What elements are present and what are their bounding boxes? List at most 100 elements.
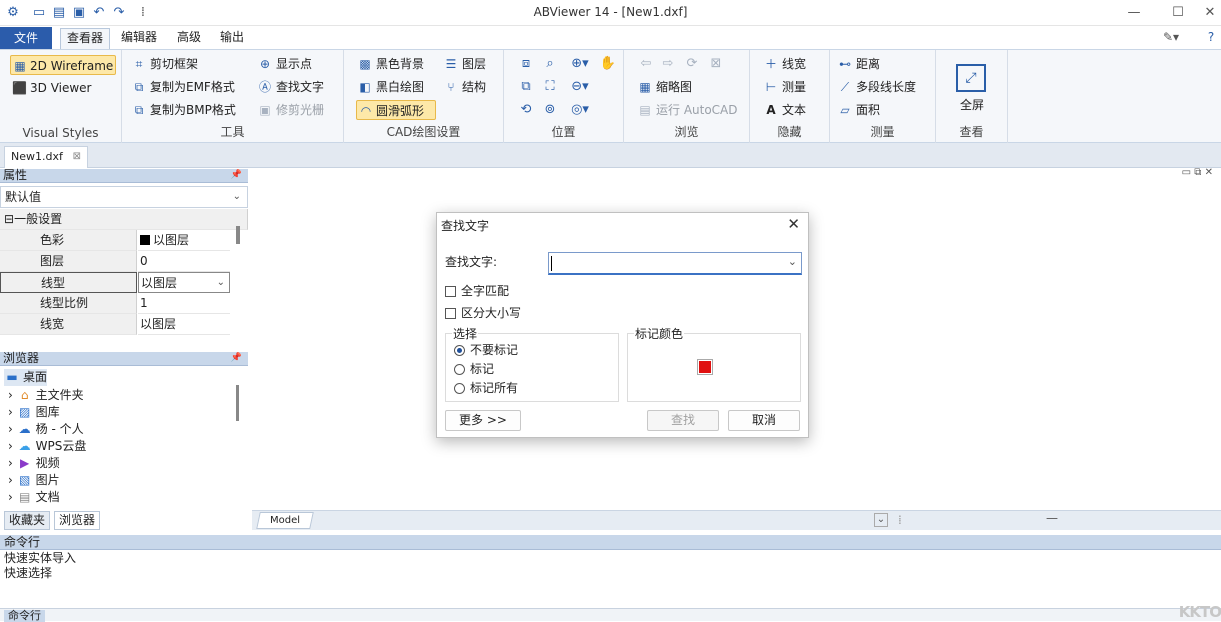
2d-wireframe-button[interactable]: ▦ 2D Wireframe <box>10 55 116 75</box>
collapse-icon[interactable]: ⊟ <box>4 212 14 226</box>
tab-editor[interactable]: 编辑器 <box>116 28 162 49</box>
black-white-button[interactable]: ◧ 黑白绘图 <box>356 77 424 97</box>
text-hide-button[interactable]: A 文本 <box>762 100 806 120</box>
tree-item-home[interactable]: › ⌂ 主文件夹 <box>8 387 84 404</box>
radio-mark[interactable]: 标记 <box>454 361 494 378</box>
find-button[interactable]: 查找 <box>647 410 719 431</box>
tab-browser[interactable]: 浏览器 <box>54 511 101 530</box>
match-case-checkbox[interactable]: 区分大小写 <box>445 305 521 321</box>
crop-icon: ⌗ <box>135 57 143 71</box>
tree-item-pictures[interactable]: › ▧ 图片 <box>8 472 60 489</box>
property-group-row[interactable]: ⊟一般设置 <box>0 209 248 230</box>
tree-item-gallery[interactable]: › ▨ 图库 <box>8 404 60 421</box>
radio-no-mark[interactable]: 不要标记 <box>454 342 518 359</box>
arc-icon: ◠ <box>360 104 372 118</box>
polyline-length-button[interactable]: ⟋ 多段线长度 <box>836 77 916 97</box>
whole-word-checkbox[interactable]: 全字匹配 <box>445 283 509 299</box>
cancel-button[interactable]: 取消 <box>728 410 800 431</box>
zoom-in-icon[interactable]: ⊕▾ <box>566 55 594 73</box>
zoom-options-icon[interactable]: ◎▾ <box>566 101 594 119</box>
zoom-out-icon[interactable]: ⊖▾ <box>566 78 594 96</box>
rotate-icon[interactable]: ⟲ <box>516 101 536 119</box>
tab-viewer[interactable]: 查看器 <box>60 28 110 49</box>
pin-icon[interactable]: 📌 <box>231 169 242 182</box>
fit-icon[interactable]: ⧉ <box>516 78 536 96</box>
tab-model[interactable]: Model <box>256 512 314 529</box>
refresh-icon[interactable]: ⟳ <box>682 55 702 73</box>
copy-icon: ⧉ <box>134 103 144 117</box>
style-menu-icon[interactable]: ✎▾ <box>1156 28 1186 49</box>
maximize-button[interactable]: ☐ <box>1168 3 1188 23</box>
black-background-button[interactable]: ▩ 黑色背景 <box>356 54 424 74</box>
trim-raster-button[interactable]: ▣ 修剪光栅 <box>256 100 324 120</box>
pan-hand-icon[interactable]: ✋ <box>598 55 618 73</box>
property-row[interactable]: 色彩 以图层 <box>0 230 248 251</box>
close-button[interactable]: ✕ <box>1200 3 1220 23</box>
cube-icon: ⬛ <box>12 81 27 95</box>
property-row[interactable]: 线宽 以图层 <box>0 314 248 335</box>
find-text-input[interactable]: ⌄ <box>548 252 802 275</box>
back-arrow-icon[interactable]: ⇦ <box>636 55 656 73</box>
clip-frame-button[interactable]: ⌗ 剪切框架 <box>130 54 198 74</box>
window-restore-icon[interactable]: ▭ ⧉ ✕ <box>1182 167 1213 178</box>
copy-bmp-button[interactable]: ⧉ 复制为BMP格式 <box>130 100 236 120</box>
run-autocad-button[interactable]: ▤ 运行 AutoCAD <box>636 100 737 120</box>
zoom-rect-icon[interactable]: ⧈ <box>516 55 536 73</box>
document-tab[interactable]: New1.dxf ⊠ <box>4 146 88 168</box>
show-points-button[interactable]: ⊕ 显示点 <box>256 54 312 74</box>
command-input-bar[interactable]: 命令行 <box>0 608 1221 622</box>
mark-color-swatch[interactable] <box>697 359 713 375</box>
stop-icon[interactable]: ⊠ <box>706 55 726 73</box>
area-button[interactable]: ▱ 面积 <box>836 100 880 120</box>
tab-favorites[interactable]: 收藏夹 <box>4 511 51 530</box>
fullscreen-icon[interactable]: ⤢ <box>956 64 986 92</box>
tree-item-videos[interactable]: › ▶ 视频 <box>8 455 60 472</box>
browser-scrollbar[interactable] <box>236 385 239 421</box>
text-icon: A <box>766 103 776 117</box>
3d-viewer-button[interactable]: ⬛ 3D Viewer <box>10 78 91 98</box>
structure-button[interactable]: ⑂ 结构 <box>442 77 486 97</box>
tab-advanced[interactable]: 高级 <box>170 28 208 49</box>
scroll-handle[interactable]: — <box>1046 511 1058 525</box>
property-row[interactable]: 图层 0 <box>0 251 248 272</box>
zoom-window-icon[interactable]: ⌕ <box>540 55 560 73</box>
tree-item-wps[interactable]: › ☁ WPS云盘 <box>8 438 86 455</box>
zoom-previous-icon[interactable]: ⊚ <box>540 101 560 119</box>
file-menu-button[interactable]: 文件 <box>0 27 52 49</box>
copy-emf-button[interactable]: ⧉ 复制为EMF格式 <box>130 77 235 97</box>
chevron-down-icon[interactable]: ⌄ <box>788 255 797 268</box>
radio-mark-all[interactable]: 标记所有 <box>454 380 518 397</box>
tree-item-documents[interactable]: › ▤ 文档 <box>8 489 60 506</box>
property-row-selected[interactable]: 线型 以图层 ⌄ <box>0 272 248 293</box>
splitter-handle[interactable]: ⁞ <box>898 513 902 527</box>
dimension-icon: ⊢ <box>765 80 777 94</box>
tree-item-desktop[interactable]: ▬ 桌面 <box>4 369 48 386</box>
linetype-dropdown[interactable]: 以图层 ⌄ <box>138 272 230 293</box>
wireframe-icon: ▦ <box>14 59 26 73</box>
tree-item-personal[interactable]: › ☁ 杨 - 个人 <box>8 421 84 438</box>
thumbnail-button[interactable]: ▦ 缩略图 <box>636 77 692 97</box>
measure-hide-button[interactable]: ⊢ 测量 <box>762 77 806 97</box>
properties-select[interactable]: 默认值 ⌄ <box>0 186 248 208</box>
fullscreen-button[interactable]: 全屏 <box>936 96 1008 113</box>
tab-output[interactable]: 输出 <box>214 28 250 49</box>
pin-icon[interactable]: 📌 <box>231 352 242 365</box>
distance-button[interactable]: ⊷ 距离 <box>836 54 880 74</box>
zoom-extents-icon[interactable]: ⛶ <box>540 78 560 96</box>
help-icon[interactable]: ? <box>1202 28 1220 49</box>
find-text-button[interactable]: Ⓐ 查找文字 <box>256 77 324 97</box>
property-row[interactable]: 线型比例 1 <box>0 293 248 314</box>
group-position: ⧈ ⌕ ⊕▾ ✋ ⧉ ⛶ ⊖▾ ⟲ ⊚ ◎▾ 位置 <box>504 50 624 143</box>
smooth-arcs-button[interactable]: ◠ 圆滑弧形 <box>356 100 436 120</box>
close-tab-icon[interactable]: ⊠ <box>73 147 81 167</box>
command-line-header: 命令行 <box>0 535 1221 550</box>
line-width-button[interactable]: ＋线宽 <box>762 54 806 74</box>
more-button[interactable]: 更多 >> <box>445 410 521 431</box>
dialog-close-button[interactable]: ✕ <box>787 215 800 233</box>
properties-scrollbar[interactable] <box>236 226 240 244</box>
minimize-button[interactable]: — <box>1124 3 1144 23</box>
layers-button[interactable]: ☰ 图层 <box>442 54 486 74</box>
forward-arrow-icon[interactable]: ⇨ <box>658 55 678 73</box>
ruler-icon: ⊷ <box>839 57 851 71</box>
layout-menu-icon[interactable]: ⌄ <box>874 513 888 527</box>
